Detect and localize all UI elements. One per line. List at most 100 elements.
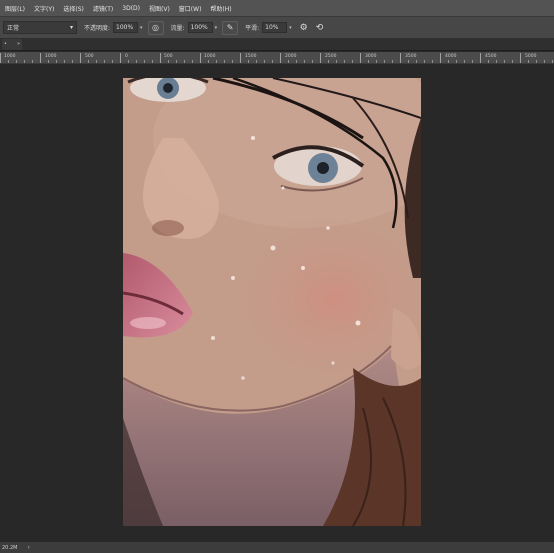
ruler-label: 4000: [445, 54, 457, 59]
ruler-tick-mark: [480, 53, 481, 63]
ruler-tick-mark: [264, 60, 265, 63]
ruler-tick-mark: [352, 60, 353, 63]
ruler-label: 3000: [365, 54, 377, 59]
ruler-tick-mark: [384, 60, 385, 63]
symmetry-icon[interactable]: ⟲: [316, 23, 324, 33]
flow-field[interactable]: 100%: [187, 22, 213, 33]
ruler-tick-mark: [336, 60, 337, 63]
horizontal-ruler[interactable]: 1000 1000 500 0 500 1000 1500 2000 2500 …: [0, 52, 554, 64]
menu-view[interactable]: 视图(V): [149, 4, 170, 13]
menu-layer[interactable]: 图层(L): [5, 4, 25, 13]
ruler-tick-mark: [536, 60, 537, 63]
menu-help[interactable]: 帮助(H): [210, 4, 231, 13]
ruler-tick-mark: [112, 60, 113, 63]
ruler-tick-mark: [448, 60, 449, 63]
ruler-tick-mark: [88, 60, 89, 63]
ruler-label: 500: [164, 54, 173, 59]
canvas-area[interactable]: [0, 65, 554, 541]
opacity-label: 不透明度:: [84, 25, 111, 32]
ruler-tick-mark: [192, 60, 193, 63]
ruler-tick-mark: [152, 60, 153, 63]
ruler-tick-mark: [184, 60, 185, 63]
ruler-tick-mark: [56, 60, 57, 63]
ruler-tick-mark: [440, 53, 441, 63]
flow-label: 流量:: [170, 25, 185, 32]
brush-pressure-icon[interactable]: ◎: [147, 20, 164, 35]
ruler-label: 1000: [204, 54, 216, 59]
ruler-tick-mark: [504, 60, 505, 63]
ruler-label: 3500: [405, 54, 417, 59]
ruler-label: 2500: [325, 54, 337, 59]
ruler-tick-mark: [104, 60, 105, 63]
menu-bar: 图层(L) 文字(Y) 选择(S) 滤镜(T) 3D(D) 视图(V) 窗口(W…: [0, 0, 554, 16]
menu-filter[interactable]: 滤镜(T): [93, 4, 113, 13]
opacity-field[interactable]: 100%: [113, 22, 139, 33]
ruler-tick-mark: [80, 53, 81, 63]
document-tab-bar: • »: [0, 38, 554, 51]
ruler-tick-mark: [304, 60, 305, 63]
ruler-tick-mark: [64, 60, 65, 63]
ruler-tick-mark: [400, 53, 401, 63]
ruler-label: 0: [125, 54, 128, 59]
tab-dot-icon: •: [4, 41, 7, 47]
ruler-tick-mark: [488, 60, 489, 63]
ruler-tick-mark: [224, 60, 225, 63]
smoothing-field[interactable]: 10%: [262, 22, 288, 33]
ruler-tick-mark: [120, 53, 121, 63]
blend-mode-select[interactable]: 正常 ▾: [3, 21, 77, 34]
ruler-label: 2000: [285, 54, 297, 59]
document-image[interactable]: [123, 78, 421, 526]
ruler-tick-mark: [208, 60, 209, 63]
ruler-tick-mark: [160, 53, 161, 63]
ruler-label: 500: [85, 54, 94, 59]
menu-window[interactable]: 窗口(W): [179, 4, 202, 13]
ruler-label: 1500: [245, 54, 257, 59]
ruler-tick-mark: [376, 60, 377, 63]
ruler-tick-mark: [72, 60, 73, 63]
ruler-tick-mark: [472, 60, 473, 63]
ruler-tick-mark: [368, 60, 369, 63]
ruler-tick-mark: [456, 60, 457, 63]
ruler-tick-mark: [216, 60, 217, 63]
ruler-tick-mark: [328, 60, 329, 63]
opacity-dropdown-icon[interactable]: ▾: [140, 25, 143, 31]
ruler-tick-mark: [496, 60, 497, 63]
blend-mode-value: 正常: [7, 25, 20, 32]
ruler-tick-mark: [424, 60, 425, 63]
ruler-tick-mark: [32, 60, 33, 63]
ruler-tick-mark: [416, 60, 417, 63]
ruler-tick-mark: [48, 60, 49, 63]
airbrush-icon[interactable]: ✎: [222, 20, 239, 35]
ruler-label: 5000: [525, 54, 537, 59]
ruler-tick-mark: [552, 60, 553, 63]
document-tab[interactable]: • »: [2, 38, 22, 50]
ruler-tick-mark: [168, 60, 169, 63]
ruler-label: 4500: [485, 54, 497, 59]
ruler-tick-mark: [240, 53, 241, 63]
gear-icon[interactable]: ⚙: [300, 23, 308, 33]
smoothing-label: 平滑:: [245, 25, 260, 32]
ruler-tick-mark: [320, 53, 321, 63]
menu-select[interactable]: 选择(S): [63, 4, 84, 13]
ruler-tick-mark: [256, 60, 257, 63]
zoom-readout[interactable]: 20.2M: [2, 545, 17, 551]
ruler-tick-mark: [128, 60, 129, 63]
ruler-tick-mark: [0, 53, 1, 63]
ruler-tick-mark: [272, 60, 273, 63]
tab-more-icon[interactable]: »: [17, 41, 20, 47]
ruler-tick-mark: [248, 60, 249, 63]
smoothing-dropdown-icon[interactable]: ▾: [289, 25, 292, 31]
portrait-photo: [123, 78, 421, 526]
ruler-tick-mark: [392, 60, 393, 63]
menu-3d[interactable]: 3D(D): [122, 5, 140, 12]
chevron-down-icon: ▾: [69, 24, 73, 31]
flow-dropdown-icon[interactable]: ▾: [215, 25, 218, 31]
ruler-tick-mark: [24, 60, 25, 63]
ruler-tick-mark: [288, 60, 289, 63]
menu-type[interactable]: 文字(Y): [34, 4, 54, 13]
ruler-tick-mark: [432, 60, 433, 63]
ruler-tick-mark: [144, 60, 145, 63]
ruler-tick-mark: [280, 53, 281, 63]
status-menu-arrow[interactable]: ›: [27, 544, 29, 551]
ruler-tick-mark: [136, 60, 137, 63]
